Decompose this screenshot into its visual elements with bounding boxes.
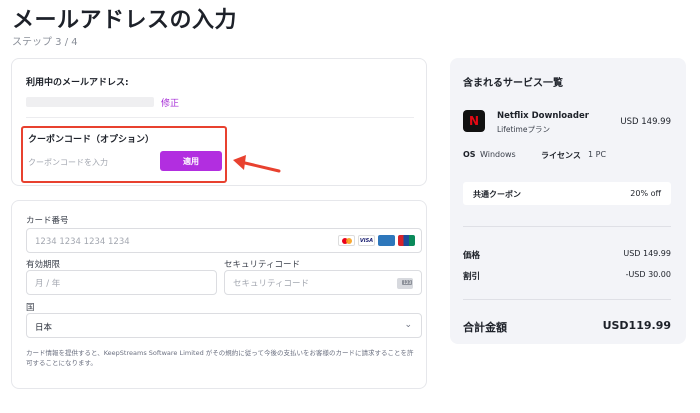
coupon-name: 共通クーポン — [473, 190, 521, 199]
coupon-title: クーポンコード（オプション） — [28, 135, 155, 145]
payment-card: カード番号 VISA 有効期限 セキュリティコード 123 国 日本 ⌄ カード… — [11, 200, 427, 389]
price-value: USD 149.99 — [623, 249, 671, 258]
netflix-downloader-logo-icon: N — [463, 110, 485, 132]
page-title: メールアドレスの入力 — [12, 8, 238, 33]
coupon-section: クーポンコード（オプション） 適用 — [21, 126, 227, 183]
order-summary: 含まれるサービス一覧 N Netflix Downloader Lifetime… — [450, 58, 686, 344]
summary-title: 含まれるサービス一覧 — [463, 78, 563, 89]
country-select[interactable]: 日本 ⌄ — [26, 313, 422, 338]
coupon-input[interactable] — [28, 152, 150, 172]
edit-email-link[interactable]: 修正 — [161, 96, 179, 109]
applied-coupon: 共通クーポン 20% off — [463, 182, 671, 205]
divider — [26, 117, 414, 118]
card-number-label: カード番号 — [26, 216, 69, 226]
chevron-down-icon: ⌄ — [404, 320, 412, 330]
step-indicator: ステップ 3 / 4 — [12, 37, 78, 48]
cvc-input[interactable] — [225, 272, 421, 296]
divider — [463, 226, 671, 227]
product-plan: Lifetimeプラン — [497, 125, 550, 134]
discount-label: 割引 — [463, 272, 481, 282]
product-price: USD 149.99 — [620, 117, 671, 127]
license-label: ライセンス — [541, 151, 581, 160]
mastercard-icon — [338, 235, 355, 246]
coupon-discount: 20% off — [630, 189, 661, 198]
cvc-label: セキュリティコード — [224, 260, 300, 270]
country-value: 日本 — [35, 323, 53, 333]
cvc-card-icon: 123 — [397, 278, 413, 289]
amex-icon — [378, 235, 395, 246]
expiry-label: 有効期限 — [26, 260, 61, 270]
price-label: 価格 — [463, 251, 481, 261]
visa-icon: VISA — [358, 235, 375, 246]
card-brand-icons: VISA — [338, 235, 415, 246]
discount-value: -USD 30.00 — [625, 270, 671, 279]
total-label: 合計金額 — [463, 321, 507, 334]
email-card: 利用中のメールアドレス: 修正 クーポンコード（オプション） 適用 — [11, 58, 427, 186]
unionpay-icon — [398, 235, 415, 246]
os-value: Windows — [480, 150, 516, 159]
expiry-input[interactable] — [27, 272, 216, 296]
email-label: 利用中のメールアドレス: — [26, 78, 129, 88]
os-label: OS — [463, 150, 476, 159]
payment-disclaimer: カード情報を提供すると、KeepStreams Software Limited… — [26, 349, 414, 367]
card-number-field[interactable]: VISA — [26, 228, 422, 254]
apply-coupon-button[interactable]: 適用 — [160, 151, 222, 171]
divider — [463, 299, 671, 300]
total-value: USD119.99 — [602, 319, 671, 332]
expiry-field[interactable] — [26, 270, 217, 296]
cvc-field[interactable]: 123 — [224, 270, 422, 296]
country-label: 国 — [26, 303, 35, 313]
product-name: Netflix Downloader — [497, 111, 589, 121]
red-arrow-annotation-icon — [233, 155, 281, 173]
license-value: 1 PC — [588, 150, 607, 159]
email-value-masked — [26, 97, 154, 107]
